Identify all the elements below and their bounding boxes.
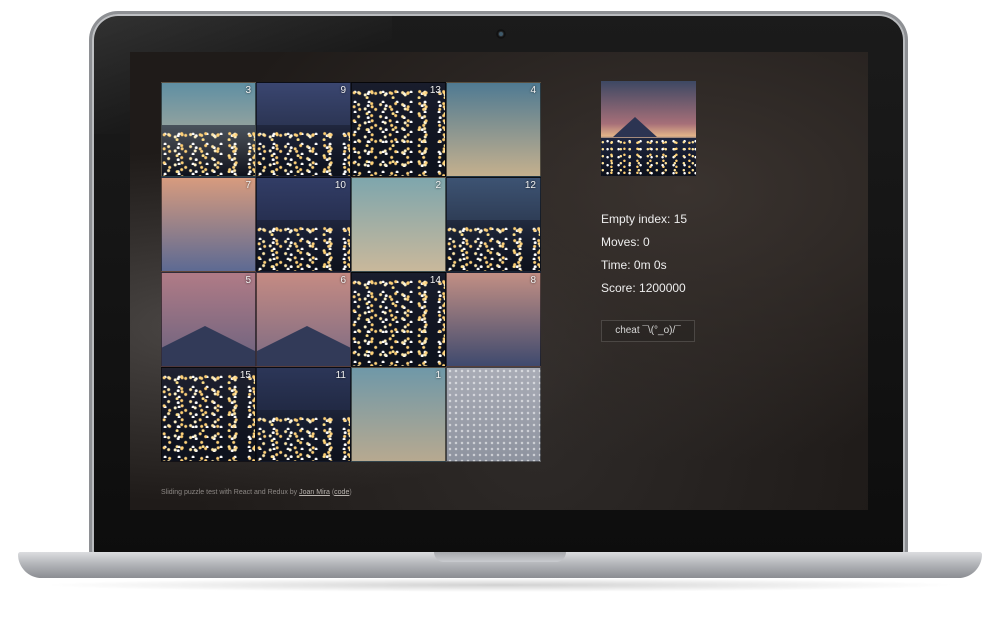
puzzle-tile[interactable]: 10 [256, 177, 351, 272]
tile-number: 8 [530, 275, 536, 286]
puzzle-tile[interactable]: 9 [256, 82, 351, 177]
moves-stat: Moves: 0 [601, 235, 650, 249]
puzzle-board: 3 9 13 4 7 10 2 12 5 6 14 8 15 11 1 [161, 82, 541, 462]
cheat-button[interactable]: cheat ¯\(°_o)/¯ [601, 320, 695, 342]
stats-panel: Empty index: 15 Moves: 0 Time: 0m 0s Sco… [601, 208, 687, 300]
tile-number: 6 [340, 275, 346, 286]
puzzle-tile[interactable]: 7 [161, 177, 256, 272]
puzzle-tile[interactable]: 14 [351, 272, 446, 367]
empty-index-stat: Empty index: 15 [601, 212, 688, 226]
puzzle-tile[interactable]: 13 [351, 82, 446, 177]
tile-number: 10 [334, 180, 346, 191]
puzzle-tile[interactable]: 6 [256, 272, 351, 367]
tile-number: 9 [340, 85, 346, 96]
puzzle-tile[interactable]: 3 [161, 82, 256, 177]
city-lights [601, 138, 696, 176]
footer-text: Sliding puzzle test with React and Redux… [161, 489, 300, 496]
tile-number: 5 [245, 275, 251, 286]
tile-number: 3 [245, 85, 251, 96]
tile-number: 2 [435, 180, 441, 191]
time-stat: Time: 0m 0s [601, 258, 667, 272]
footer-paren-close: ) [349, 489, 352, 496]
reference-image [601, 81, 696, 176]
laptop-shadow [40, 578, 960, 592]
score-stat: Score: 1200000 [601, 281, 686, 295]
tile-number: 13 [429, 85, 441, 96]
puzzle-tile[interactable]: 1 [351, 367, 446, 462]
tile-number: 11 [335, 370, 346, 381]
tile-number: 15 [239, 370, 251, 381]
tile-number: 12 [524, 180, 536, 191]
app-screen: 3 9 13 4 7 10 2 12 5 6 14 8 15 11 1 Empt… [130, 52, 868, 510]
puzzle-tile[interactable]: 5 [161, 272, 256, 367]
puzzle-tile[interactable]: 8 [446, 272, 541, 367]
empty-tile[interactable] [446, 367, 541, 462]
puzzle-tile[interactable]: 2 [351, 177, 446, 272]
mountain-shape [613, 117, 657, 137]
author-link[interactable]: Joan Mira [299, 489, 330, 496]
tile-number: 14 [429, 275, 441, 286]
puzzle-tile[interactable]: 12 [446, 177, 541, 272]
puzzle-tile[interactable]: 11 [256, 367, 351, 462]
tile-number: 4 [530, 85, 536, 96]
tile-number: 1 [435, 370, 441, 381]
puzzle-tile[interactable]: 4 [446, 82, 541, 177]
puzzle-tile[interactable]: 15 [161, 367, 256, 462]
laptop-base-notch [434, 552, 566, 562]
footer-credit: Sliding puzzle test with React and Redux… [161, 489, 352, 496]
code-link[interactable]: code [334, 489, 349, 496]
webcam-icon [496, 29, 506, 39]
tile-number: 7 [245, 180, 251, 191]
